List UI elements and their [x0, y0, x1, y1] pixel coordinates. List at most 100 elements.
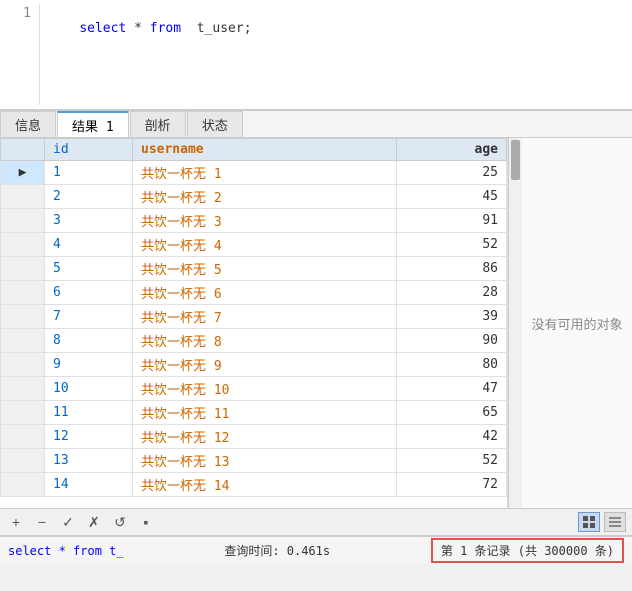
grid-view-button[interactable] [578, 512, 600, 532]
confirm-button[interactable]: ✓ [58, 512, 78, 532]
line-numbers: 1 [0, 4, 40, 105]
row-indicator [1, 473, 45, 497]
cell-username[interactable]: 共饮一杯无 9 [133, 353, 397, 377]
cell-username[interactable]: 共饮一杯无 4 [133, 233, 397, 257]
table-row[interactable]: 2共饮一杯无 245 [1, 185, 507, 209]
tabs-bar: 信息 结果 1 剖析 状态 [0, 110, 632, 138]
cancel-button[interactable]: ✗ [84, 512, 104, 532]
cell-id[interactable]: 13 [45, 449, 133, 473]
table-row[interactable]: 4共饮一杯无 452 [1, 233, 507, 257]
row-indicator [1, 233, 45, 257]
sql-code[interactable]: select * from t_user; [40, 4, 260, 105]
scrollbar-thumb[interactable] [511, 140, 520, 180]
table-row[interactable]: 10共饮一杯无 1047 [1, 377, 507, 401]
table-row[interactable]: 5共饮一杯无 586 [1, 257, 507, 281]
cell-age[interactable]: 39 [397, 305, 507, 329]
row-indicator [1, 353, 45, 377]
cell-age[interactable]: 86 [397, 257, 507, 281]
add-row-button[interactable]: + [6, 512, 26, 532]
cell-age[interactable]: 91 [397, 209, 507, 233]
cell-username[interactable]: 共饮一杯无 1 [133, 161, 397, 185]
cell-id[interactable]: 9 [45, 353, 133, 377]
square-button[interactable]: ▪ [136, 512, 156, 532]
cell-id[interactable]: 1 [45, 161, 133, 185]
cell-id[interactable]: 8 [45, 329, 133, 353]
tab-status[interactable]: 状态 [187, 111, 243, 137]
cell-age[interactable]: 42 [397, 425, 507, 449]
table-row[interactable]: 8共饮一杯无 890 [1, 329, 507, 353]
row-indicator [1, 209, 45, 233]
cell-age[interactable]: 90 [397, 329, 507, 353]
col-header-username[interactable]: username [133, 139, 397, 161]
table-row[interactable]: 14共饮一杯无 1472 [1, 473, 507, 497]
cell-username[interactable]: 共饮一杯无 2 [133, 185, 397, 209]
row-indicator [1, 377, 45, 401]
status-record-info: 第 1 条记录 (共 300000 条) [431, 538, 624, 563]
row-indicator [1, 401, 45, 425]
cell-age[interactable]: 25 [397, 161, 507, 185]
cell-username[interactable]: 共饮一杯无 7 [133, 305, 397, 329]
cell-username[interactable]: 共饮一杯无 6 [133, 281, 397, 305]
tab-profile[interactable]: 剖析 [130, 111, 186, 137]
cell-id[interactable]: 3 [45, 209, 133, 233]
cell-username[interactable]: 共饮一杯无 14 [133, 473, 397, 497]
table-row[interactable]: 12共饮一杯无 1242 [1, 425, 507, 449]
sql-table: t_user; [181, 21, 251, 36]
table-row[interactable]: 3共饮一杯无 391 [1, 209, 507, 233]
cell-username[interactable]: 共饮一杯无 13 [133, 449, 397, 473]
right-panel: 没有可用的对象 [522, 138, 632, 508]
cell-id[interactable]: 14 [45, 473, 133, 497]
cell-age[interactable]: 52 [397, 233, 507, 257]
cell-id[interactable]: 11 [45, 401, 133, 425]
cell-id[interactable]: 5 [45, 257, 133, 281]
table-row[interactable]: 6共饮一杯无 628 [1, 281, 507, 305]
row-indicator [1, 305, 45, 329]
scrollbar[interactable] [508, 138, 522, 508]
cell-id[interactable]: 12 [45, 425, 133, 449]
cell-username[interactable]: 共饮一杯无 12 [133, 425, 397, 449]
table-container[interactable]: id username age ▶1共饮一杯无 1252共饮一杯无 2453共饮… [0, 138, 508, 508]
remove-row-button[interactable]: − [32, 512, 52, 532]
cell-id[interactable]: 10 [45, 377, 133, 401]
tab-result1[interactable]: 结果 1 [57, 111, 129, 137]
table-row[interactable]: ▶1共饮一杯无 125 [1, 161, 507, 185]
cell-username[interactable]: 共饮一杯无 3 [133, 209, 397, 233]
cell-id[interactable]: 4 [45, 233, 133, 257]
cell-age[interactable]: 28 [397, 281, 507, 305]
data-table: id username age ▶1共饮一杯无 1252共饮一杯无 2453共饮… [0, 138, 507, 497]
cell-id[interactable]: 7 [45, 305, 133, 329]
table-row[interactable]: 11共饮一杯无 1165 [1, 401, 507, 425]
row-indicator [1, 281, 45, 305]
row-indicator: ▶ [1, 161, 45, 185]
cell-username[interactable]: 共饮一杯无 5 [133, 257, 397, 281]
cell-age[interactable]: 47 [397, 377, 507, 401]
cell-username[interactable]: 共饮一杯无 10 [133, 377, 397, 401]
cell-age[interactable]: 45 [397, 185, 507, 209]
cell-username[interactable]: 共饮一杯无 11 [133, 401, 397, 425]
grid-icon [583, 516, 595, 528]
results-area: id username age ▶1共饮一杯无 1252共饮一杯无 2453共饮… [0, 138, 632, 508]
status-query-time: 查询时间: 0.461s [124, 542, 431, 559]
form-view-button[interactable] [604, 512, 626, 532]
cell-age[interactable]: 52 [397, 449, 507, 473]
sql-editor[interactable]: 1 select * from t_user; [0, 0, 632, 110]
refresh-button[interactable]: ↺ [110, 512, 130, 532]
col-header-age[interactable]: age [397, 139, 507, 161]
row-indicator [1, 257, 45, 281]
cell-username[interactable]: 共饮一杯无 8 [133, 329, 397, 353]
table-row[interactable]: 7共饮一杯无 739 [1, 305, 507, 329]
row-indicator [1, 329, 45, 353]
cell-id[interactable]: 6 [45, 281, 133, 305]
tab-info[interactable]: 信息 [0, 111, 56, 137]
row-indicator [1, 185, 45, 209]
col-header-id[interactable]: id [45, 139, 133, 161]
row-indicator [1, 449, 45, 473]
form-icon [609, 516, 621, 528]
cell-age[interactable]: 72 [397, 473, 507, 497]
table-row[interactable]: 13共饮一杯无 1352 [1, 449, 507, 473]
cell-age[interactable]: 65 [397, 401, 507, 425]
cell-age[interactable]: 80 [397, 353, 507, 377]
col-header-indicator [1, 139, 45, 161]
cell-id[interactable]: 2 [45, 185, 133, 209]
table-row[interactable]: 9共饮一杯无 980 [1, 353, 507, 377]
